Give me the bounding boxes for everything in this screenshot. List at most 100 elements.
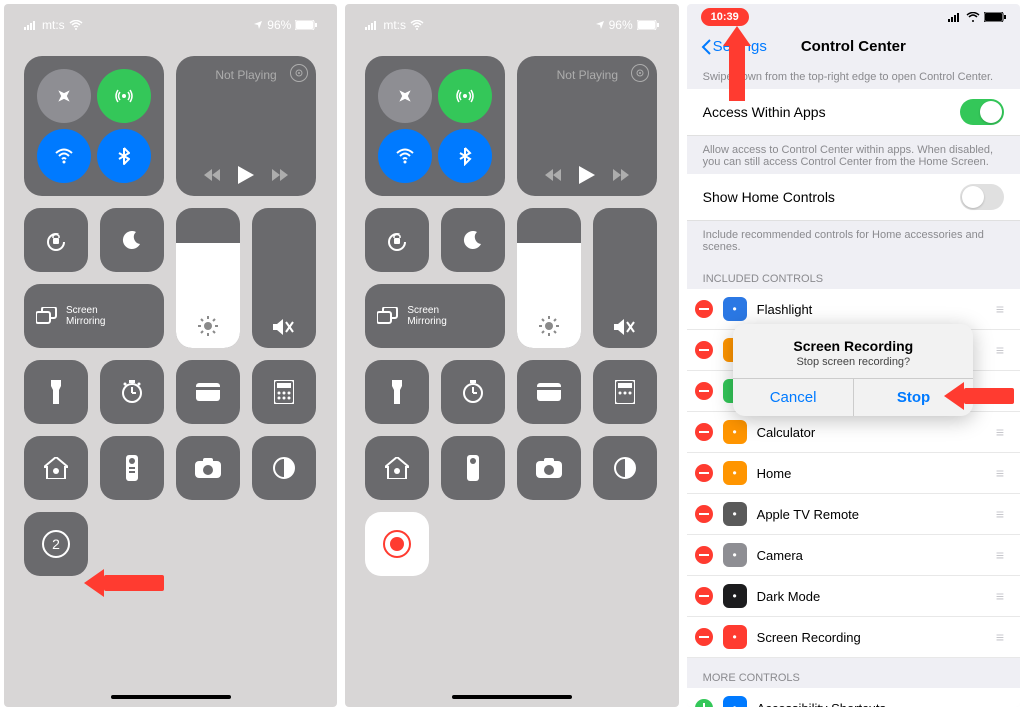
screen-record-active-button[interactable]	[365, 512, 429, 576]
battery-icon	[295, 20, 317, 30]
drag-handle-icon[interactable]: ≡	[996, 547, 1004, 563]
airplane-button[interactable]	[378, 69, 432, 123]
remove-icon[interactable]	[695, 382, 713, 400]
more-list: •Accessibility Shortcuts	[687, 688, 1020, 707]
prev-icon[interactable]	[204, 169, 220, 181]
annotation-arrow-stop	[944, 382, 1014, 410]
drag-handle-icon[interactable]: ≡	[996, 301, 1004, 317]
dark-mode-button[interactable]	[252, 436, 316, 500]
settings-control-center: 10:39 Settings Control Center Swipe down…	[687, 4, 1020, 707]
orientation-lock-button[interactable]	[24, 208, 88, 272]
next-icon[interactable]	[613, 169, 629, 181]
wifi-button[interactable]	[37, 129, 91, 183]
cellular-button[interactable]	[97, 69, 151, 123]
screen-mirroring-button[interactable]: Screen Mirroring	[365, 284, 505, 348]
app-icon: •	[723, 297, 747, 321]
carrier-label: mt:s	[42, 18, 65, 32]
camera-button[interactable]	[176, 436, 240, 500]
wifi-icon	[966, 12, 980, 22]
battery-pct: 96%	[609, 18, 633, 32]
volume-slider[interactable]	[593, 208, 657, 348]
dnd-button[interactable]	[441, 208, 505, 272]
drag-handle-icon[interactable]: ≡	[996, 588, 1004, 604]
music-tile[interactable]: Not Playing	[517, 56, 657, 196]
included-header: INCLUDED CONTROLS	[687, 259, 1020, 289]
location-icon	[595, 20, 605, 30]
stop-recording-modal: Screen Recording Stop screen recording? …	[733, 324, 973, 416]
calculator-button[interactable]	[252, 360, 316, 424]
wallet-button[interactable]	[517, 360, 581, 424]
airplane-button[interactable]	[37, 69, 91, 123]
wallet-button[interactable]	[176, 360, 240, 424]
music-title: Not Playing	[188, 68, 304, 82]
show-home-row[interactable]: Show Home Controls	[687, 174, 1020, 221]
home-indicator[interactable]	[452, 695, 572, 699]
control-row[interactable]: •Dark Mode≡	[687, 576, 1020, 617]
control-row[interactable]: •Calculator≡	[687, 412, 1020, 453]
remove-icon[interactable]	[695, 587, 713, 605]
access-label: Access Within Apps	[703, 104, 826, 120]
access-hint: Allow access to Control Center within ap…	[687, 136, 1020, 174]
brightness-slider[interactable]	[176, 208, 240, 348]
modal-title: Screen Recording	[745, 338, 961, 354]
orientation-lock-button[interactable]	[365, 208, 429, 272]
timer-button[interactable]	[441, 360, 505, 424]
app-icon: •	[723, 696, 747, 707]
remove-icon[interactable]	[695, 546, 713, 564]
control-row[interactable]: •Camera≡	[687, 535, 1020, 576]
screen-record-countdown-button[interactable]: 2	[24, 512, 88, 576]
music-tile[interactable]: Not Playing	[176, 56, 316, 196]
bluetooth-button[interactable]	[97, 129, 151, 183]
remove-icon[interactable]	[695, 464, 713, 482]
remove-icon[interactable]	[695, 628, 713, 646]
control-label: Home	[757, 466, 792, 481]
next-icon[interactable]	[272, 169, 288, 181]
app-icon: •	[723, 543, 747, 567]
airplay-icon[interactable]	[631, 64, 649, 82]
play-icon[interactable]	[238, 166, 254, 184]
add-icon[interactable]	[695, 699, 713, 707]
recording-time-pill[interactable]: 10:39	[701, 8, 749, 26]
drag-handle-icon[interactable]: ≡	[996, 629, 1004, 645]
dark-mode-button[interactable]	[593, 436, 657, 500]
remove-icon[interactable]	[695, 505, 713, 523]
home-toggle[interactable]	[960, 184, 1004, 210]
play-icon[interactable]	[579, 166, 595, 184]
control-row[interactable]: •Accessibility Shortcuts	[687, 688, 1020, 707]
access-toggle[interactable]	[960, 99, 1004, 125]
tv-remote-button[interactable]	[100, 436, 164, 500]
drag-handle-icon[interactable]: ≡	[996, 342, 1004, 358]
camera-button[interactable]	[517, 436, 581, 500]
flashlight-button[interactable]	[24, 360, 88, 424]
drag-handle-icon[interactable]: ≡	[996, 424, 1004, 440]
volume-slider[interactable]	[252, 208, 316, 348]
home-button[interactable]	[24, 436, 88, 500]
remove-icon[interactable]	[695, 423, 713, 441]
drag-handle-icon[interactable]: ≡	[996, 465, 1004, 481]
control-row[interactable]: •Screen Recording≡	[687, 617, 1020, 658]
screen-mirroring-button[interactable]: Screen Mirroring	[24, 284, 164, 348]
wifi-button[interactable]	[378, 129, 432, 183]
control-label: Apple TV Remote	[757, 507, 859, 522]
remove-icon[interactable]	[695, 300, 713, 318]
cancel-button[interactable]: Cancel	[733, 379, 853, 416]
remove-icon[interactable]	[695, 341, 713, 359]
flashlight-button[interactable]	[365, 360, 429, 424]
control-row[interactable]: •Apple TV Remote≡	[687, 494, 1020, 535]
timer-button[interactable]	[100, 360, 164, 424]
tv-remote-button[interactable]	[441, 436, 505, 500]
home-indicator[interactable]	[111, 695, 231, 699]
home-button[interactable]	[365, 436, 429, 500]
connectivity-tile[interactable]	[24, 56, 164, 196]
bluetooth-button[interactable]	[438, 129, 492, 183]
connectivity-tile[interactable]	[365, 56, 505, 196]
dnd-button[interactable]	[100, 208, 164, 272]
control-row[interactable]: •Home≡	[687, 453, 1020, 494]
brightness-slider[interactable]	[517, 208, 581, 348]
airplay-icon[interactable]	[290, 64, 308, 82]
calculator-button[interactable]	[593, 360, 657, 424]
prev-icon[interactable]	[545, 169, 561, 181]
battery-icon	[637, 20, 659, 30]
cellular-button[interactable]	[438, 69, 492, 123]
drag-handle-icon[interactable]: ≡	[996, 506, 1004, 522]
